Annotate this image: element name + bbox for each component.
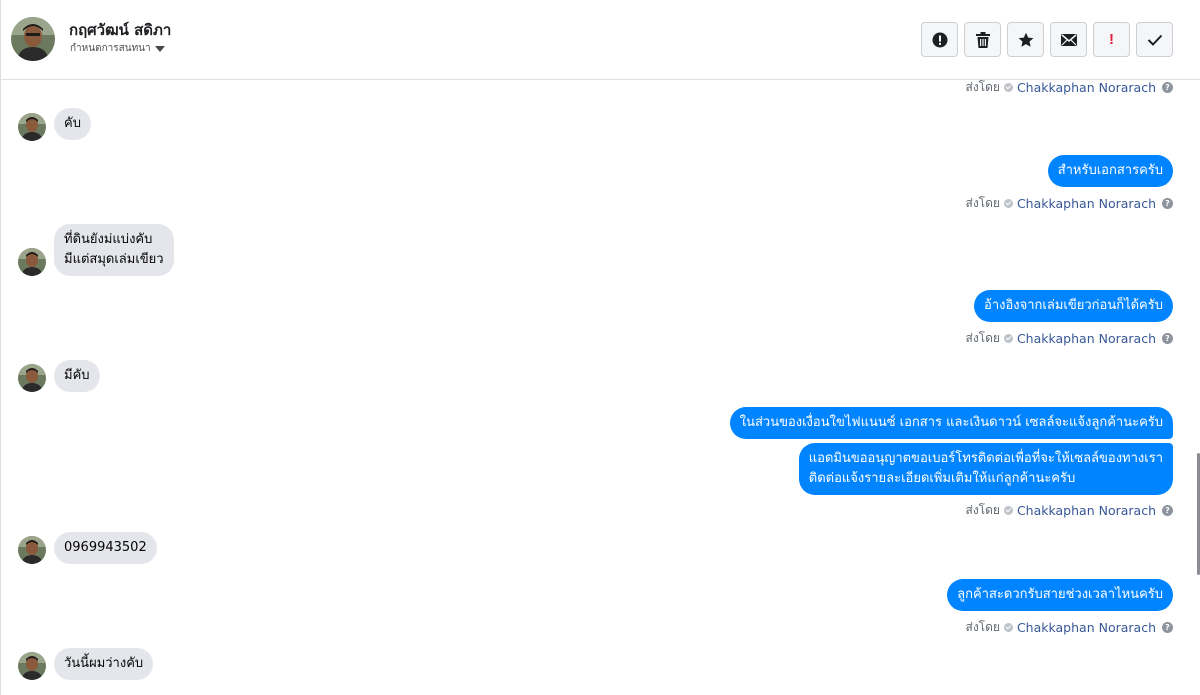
message-bubble-incoming[interactable]: คับ: [54, 108, 91, 140]
message-line: มีแต่สมุดเล่มเขียว: [64, 252, 164, 267]
help-icon[interactable]: ?: [1162, 505, 1173, 516]
sender-avatar[interactable]: [18, 248, 46, 276]
sent-by-prefix: ส่งโดย: [965, 620, 1000, 634]
message-bubble-incoming[interactable]: มีคับ: [54, 360, 100, 392]
caret-down-icon: [154, 45, 165, 52]
sent-by-label: ส่งโดย Chakkaphan Norarach ?: [965, 501, 1173, 520]
message-bubble-outgoing[interactable]: ในส่วนของเงื่อนใขไฟแนนซ์ เอกสาร และเงินด…: [729, 407, 1173, 439]
trash-icon: [975, 31, 990, 48]
sent-by-label: ส่งโดย Chakkaphan Norarach ?: [965, 78, 1173, 97]
star-icon: [1018, 32, 1033, 47]
sent-by-prefix: ส่งโดย: [965, 331, 1000, 345]
sent-by-prefix: ส่งโดย: [965, 503, 1000, 517]
message-line: ติดต่อแจ้งรายละเอียดเพิ่มเติมให้แก่ลูกค้…: [808, 471, 1076, 486]
sent-by-label: ส่งโดย Chakkaphan Norarach ?: [965, 329, 1173, 348]
message-bubble-incoming[interactable]: วันนี้ผมว่างคับ: [54, 648, 154, 680]
sent-by-label: ส่งโดย Chakkaphan Norarach ?: [965, 194, 1173, 213]
verified-icon: [1003, 623, 1013, 632]
verified-icon: [1003, 334, 1013, 343]
assign-label: กำหนดการสนทนา: [70, 43, 151, 54]
verified-icon: [1003, 506, 1013, 515]
sent-by-label: ส่งโดย Chakkaphan Norarach ?: [965, 618, 1173, 637]
agent-name-link[interactable]: Chakkaphan Norarach: [1017, 503, 1156, 518]
help-icon[interactable]: ?: [1162, 82, 1173, 93]
sender-avatar[interactable]: [18, 113, 46, 141]
help-icon[interactable]: ?: [1162, 333, 1173, 344]
sender-avatar[interactable]: [18, 364, 46, 392]
assign-conversation-dropdown[interactable]: กำหนดการสนทนา: [70, 41, 165, 56]
mark-spam-button[interactable]: [921, 22, 958, 57]
checkmark-icon: [1147, 34, 1162, 46]
star-button[interactable]: [1007, 22, 1044, 57]
conversation-header: กฤศวัฒน์ สดิภา กำหนดการสนทนา !: [1, 0, 1200, 80]
sender-avatar[interactable]: [18, 536, 46, 564]
message-line: ที่ดินยังม่แบ่งคับ: [64, 232, 153, 247]
verified-icon: [1003, 83, 1013, 92]
conversation-panel: กฤศวัฒน์ สดิภา กำหนดการสนทนา ! ส่งโดย Ch…: [0, 0, 1200, 695]
message-bubble-outgoing[interactable]: อ้างอิงจากเล่มเขียวก่อนก็ได้ครับ: [974, 290, 1173, 322]
contact-avatar[interactable]: [11, 17, 55, 61]
sender-avatar[interactable]: [18, 652, 46, 680]
mark-important-button[interactable]: !: [1093, 22, 1130, 57]
agent-name-link[interactable]: Chakkaphan Norarach: [1017, 80, 1156, 95]
contact-name: กฤศวัฒน์ สดิภา: [69, 21, 172, 39]
agent-name-link[interactable]: Chakkaphan Norarach: [1017, 620, 1156, 635]
help-icon[interactable]: ?: [1162, 198, 1173, 209]
mark-done-button[interactable]: [1136, 22, 1173, 57]
envelope-icon: [1060, 33, 1077, 46]
delete-button[interactable]: [964, 22, 1001, 57]
message-line: แอดมินขออนุญาตขอเบอร์โทรติดต่อเพื่อที่จะ…: [808, 451, 1163, 466]
message-bubble-incoming[interactable]: 0969943502: [54, 532, 157, 564]
message-bubble-outgoing[interactable]: แอดมินขออนุญาตขอเบอร์โทรติดต่อเพื่อที่จะ…: [798, 443, 1173, 495]
help-icon[interactable]: ?: [1162, 622, 1173, 633]
agent-name-link[interactable]: Chakkaphan Norarach: [1017, 331, 1156, 346]
agent-name-link[interactable]: Chakkaphan Norarach: [1017, 196, 1156, 211]
exclamation-circle-icon: [932, 32, 947, 47]
message-bubble-outgoing[interactable]: สำหรับเอกสารครับ: [1047, 155, 1173, 187]
verified-icon: [1003, 199, 1013, 208]
important-icon: !: [1109, 31, 1114, 48]
sent-by-prefix: ส่งโดย: [965, 196, 1000, 210]
message-bubble-incoming[interactable]: ที่ดินยังม่แบ่งคับ มีแต่สมุดเล่มเขียว: [54, 224, 174, 276]
sent-by-prefix: ส่งโดย: [965, 80, 1000, 94]
message-bubble-outgoing[interactable]: ลูกค้าสะดวกรับสายช่วงเวลาไหนครับ: [947, 579, 1173, 611]
header-actions: !: [921, 22, 1173, 57]
mark-unread-button[interactable]: [1050, 22, 1087, 57]
